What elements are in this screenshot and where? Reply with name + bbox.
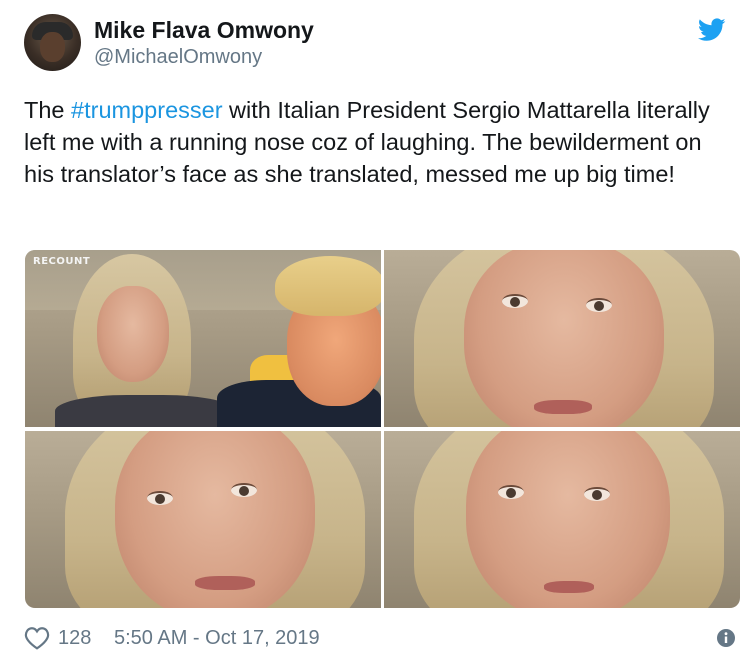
woman-jacket: [55, 395, 235, 427]
woman-mouth: [534, 400, 592, 414]
recount-watermark: RECOUNT: [33, 256, 91, 267]
like-count[interactable]: 128: [58, 626, 91, 650]
hashtag-link[interactable]: #trumppresser: [71, 97, 223, 123]
avatar[interactable]: [24, 14, 81, 71]
heart-icon[interactable]: [24, 626, 50, 650]
woman-eye-right: [584, 487, 610, 501]
tweet-text: The #trumppresser with Italian President…: [24, 94, 728, 190]
woman-eye-left: [502, 294, 528, 308]
tweet-header: Mike Flava Omwony @MichaelOmwony: [24, 14, 726, 74]
tweet-card: Mike Flava Omwony @MichaelOmwony The #tr…: [0, 0, 750, 666]
woman-mouth: [195, 576, 255, 590]
tweet-footer: 128 5:50 AM - Oct 17, 2019: [24, 620, 736, 654]
tweet-text-start: The: [24, 97, 72, 123]
media-grid: RECOUNT: [25, 250, 740, 608]
media-photo-4[interactable]: [384, 431, 740, 608]
woman-eye-left: [498, 485, 524, 499]
woman-eye-right: [231, 483, 257, 497]
woman-face: [97, 286, 169, 382]
media-photo-2[interactable]: [384, 250, 740, 427]
woman-eye-right: [586, 298, 612, 312]
man-hair: [275, 256, 381, 316]
tweet-timestamp[interactable]: 5:50 AM - Oct 17, 2019: [114, 626, 320, 650]
user-handle[interactable]: @MichaelOmwony: [94, 44, 314, 70]
display-name[interactable]: Mike Flava Omwony: [94, 16, 314, 44]
twitter-bird-icon[interactable]: [698, 18, 726, 42]
woman-eye-left: [147, 491, 173, 505]
woman-mouth: [544, 581, 594, 593]
info-icon[interactable]: [716, 628, 736, 648]
avatar-face: [40, 32, 65, 62]
media-photo-1[interactable]: RECOUNT: [25, 250, 381, 427]
user-names: Mike Flava Omwony @MichaelOmwony: [94, 16, 314, 70]
media-photo-3[interactable]: [25, 431, 381, 608]
